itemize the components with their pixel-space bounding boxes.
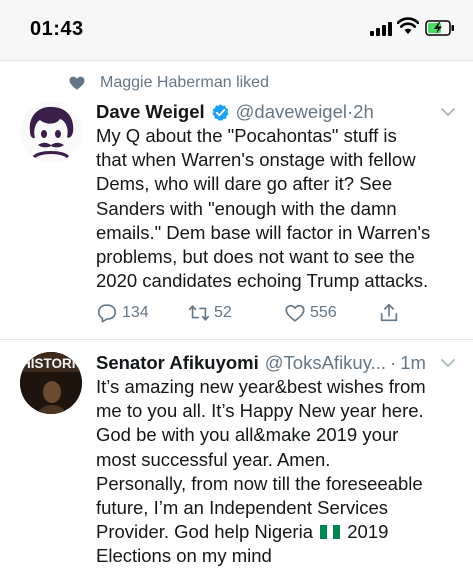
like-icon	[285, 304, 305, 322]
nigeria-flag-icon	[320, 525, 341, 540]
tweet-text-line: Elections on my mind	[96, 545, 272, 567]
tweet-text-line: future, I’m an Independent Services	[96, 497, 389, 519]
reply-icon	[97, 304, 117, 323]
retweet-count: 52	[214, 304, 232, 321]
tweet2-header: Senator Afikuyomi @ToksAfikuy... · 1m	[96, 352, 426, 374]
avatar-senator-afikuyomi[interactable]: HISTORIC	[20, 352, 82, 414]
social-context-label: Maggie Haberman liked	[100, 74, 269, 91]
avatar-dave-weigel[interactable]	[20, 101, 82, 163]
tweet1-text: My Q about the "Pocahontas" stuff is tha…	[96, 124, 466, 293]
avatar-text: HISTORIC	[21, 356, 82, 371]
status-bar: 01:43	[0, 0, 473, 60]
tweet-text-line-with-flag: Provider. God help Nigeria 2019	[96, 520, 466, 544]
heart-icon	[69, 76, 85, 90]
tweet1-header: Dave Weigel @daveweigel · 2h	[96, 101, 374, 123]
tweet-text-line: My Q about the "Pocahontas" stuff is	[96, 125, 397, 146]
tweet-divider	[0, 339, 473, 340]
tweet-text-line: most successful year. Amen.	[96, 448, 331, 470]
tweet-text-line: problems, but does not want to see the	[96, 246, 415, 268]
battery-charging-icon	[425, 20, 454, 36]
tweet-text-line: Dems, who will dare go after it? See	[96, 173, 393, 195]
tweet-text-line: Personally, from now till the foreseeabl…	[96, 472, 423, 494]
tweet-time[interactable]: 1m	[400, 352, 426, 374]
tweet-text-line: me to you all. It’s Happy New year here.	[96, 400, 424, 422]
retweet-icon	[189, 305, 209, 321]
chevron-down-icon[interactable]	[440, 357, 456, 369]
author-name[interactable]: Dave Weigel	[96, 101, 205, 123]
tweet-text-line: God be with you all&make 2019 your	[96, 424, 399, 446]
signal-icon	[370, 22, 392, 36]
status-time: 01:43	[30, 18, 84, 40]
tweet-text-line: Sanders with "enough with the damn	[96, 197, 397, 219]
author-handle[interactable]: @daveweigel	[236, 101, 347, 123]
share-icon	[380, 303, 398, 322]
author-handle[interactable]: @ToksAfikuy...	[265, 352, 386, 374]
author-name[interactable]: Senator Afikuyomi	[96, 352, 259, 374]
wifi-icon	[397, 17, 419, 34]
avatar-illustration	[20, 101, 82, 163]
chevron-down-icon[interactable]	[440, 106, 456, 118]
tweet2-text: It’s amazing new year&best wishes from m…	[96, 375, 466, 569]
tweet-time[interactable]: 2h	[353, 101, 374, 123]
status-divider	[0, 60, 473, 61]
tweet-text-line: that when Warren's onstage with fellow	[96, 149, 416, 171]
like-button[interactable]: 556	[284, 302, 337, 324]
retweet-button[interactable]: 52	[188, 302, 232, 324]
verified-badge-icon	[212, 103, 229, 121]
tweet-text-line: It’s amazing new year&best wishes from	[96, 376, 426, 397]
tweet-text-line: emails." Dem base will factor in Warren'…	[96, 221, 431, 243]
reply-count: 134	[122, 304, 149, 321]
tweet-text-line: 2020 candidates echoing Trump attacks.	[96, 270, 429, 292]
reply-button[interactable]: 134	[96, 302, 149, 324]
tweet-text-fragment: Provider. God help Nigeria	[96, 521, 313, 543]
tweet-text-fragment: 2019	[342, 521, 389, 543]
separator-dot: ·	[390, 352, 397, 373]
share-button[interactable]	[378, 302, 404, 324]
like-count: 556	[310, 304, 337, 321]
avatar-photo: HISTORIC	[20, 352, 82, 414]
tweet1-actions: 134 52 556	[96, 302, 416, 328]
social-context: Maggie Haberman liked	[68, 72, 269, 94]
